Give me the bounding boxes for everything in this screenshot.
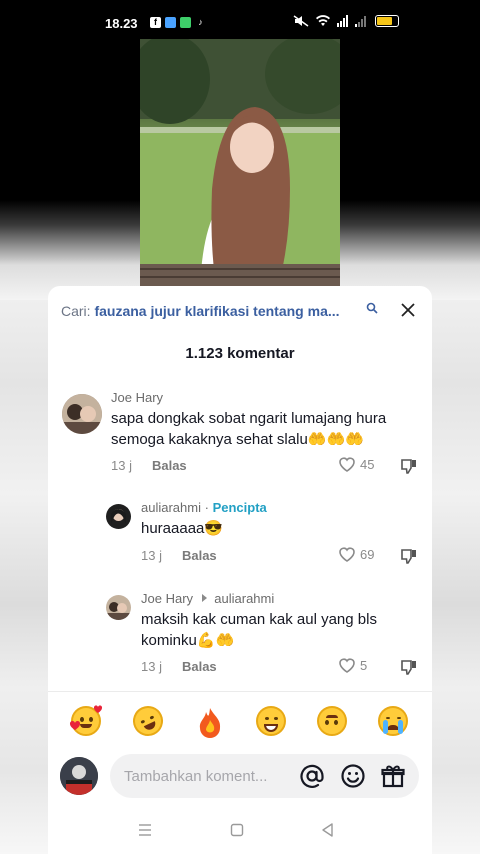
comment-time: 13 j [111, 458, 132, 473]
mute-icon [293, 15, 309, 27]
system-icons [293, 15, 399, 27]
like-button[interactable]: 69 [338, 546, 374, 562]
back-icon[interactable] [320, 822, 336, 838]
comment-input-pill[interactable] [110, 754, 419, 798]
avatar[interactable] [106, 504, 131, 529]
comments-sheet: Cari: fauzana jujur klarifikasi tentang … [48, 286, 432, 854]
comment-meta: 13 j Balas [141, 548, 217, 563]
upside-down-face-icon[interactable] [317, 706, 347, 736]
comment-meta: 13 j Balas [111, 458, 187, 473]
beaming-grin-icon[interactable] [256, 706, 286, 736]
comment-composer [48, 752, 432, 800]
user-avatar[interactable] [60, 757, 98, 795]
search-icon[interactable] [366, 302, 378, 314]
reply-item: auliarahmi · Pencipta huraaaaa😎 13 j Bala… [48, 500, 432, 570]
like-count: 69 [360, 546, 375, 562]
dislike-icon[interactable] [400, 458, 418, 474]
avatar[interactable] [62, 394, 102, 434]
reply-to-user[interactable]: auliarahmi [214, 591, 274, 606]
video-thumbnail [140, 39, 340, 287]
navigation-bar [48, 814, 432, 854]
comment-author[interactable]: auliarahmi [141, 500, 201, 515]
comment-input[interactable] [124, 754, 284, 798]
menu-icon[interactable] [137, 822, 153, 838]
comment-author-line: auliarahmi · Pencipta [141, 500, 267, 515]
comment-time: 13 j [141, 548, 162, 563]
right-blur-edge [432, 300, 480, 854]
rolling-on-floor-laughing-icon[interactable] [128, 701, 168, 741]
creator-badge: Pencipta [212, 500, 267, 515]
like-count: 5 [360, 657, 368, 673]
dislike-icon[interactable] [400, 548, 418, 564]
wifi-icon [316, 15, 330, 26]
comment-time: 13 j [141, 659, 162, 674]
like-button[interactable]: 45 [338, 456, 374, 472]
name-separator: · [204, 500, 209, 515]
comment-meta: 13 j Balas [141, 659, 217, 674]
heart-icon [339, 547, 355, 562]
divider [48, 691, 432, 692]
signal-icon [337, 15, 348, 27]
smiling-face-with-hearts-icon[interactable] [69, 705, 103, 736]
heart-icon [339, 658, 355, 673]
comment-text: maksih kak cuman kak aul yang bls komink… [141, 611, 377, 649]
fire-icon[interactable] [196, 706, 224, 743]
reply-arrow-icon [201, 594, 207, 602]
close-icon[interactable] [398, 300, 418, 320]
dislike-icon[interactable] [400, 659, 418, 675]
comment-author-line: Joe Hary auliarahmi [141, 591, 274, 606]
comment-text: huraaaaa😎 [141, 520, 224, 537]
search-label: Cari: [61, 303, 91, 319]
messenger-icon [165, 17, 176, 28]
search-suggestion[interactable]: Cari: fauzana jujur klarifikasi tentang … [61, 303, 351, 319]
emoji-icon[interactable] [340, 763, 366, 789]
left-blur-edge [0, 300, 48, 854]
comment-text: sapa dongkak sobat ngarit lumajang hura … [111, 410, 387, 448]
comment-item: Joe Hary sapa dongkak sobat ngarit lumaj… [48, 390, 432, 478]
battery-icon [375, 15, 399, 27]
home-icon[interactable] [229, 822, 245, 838]
like-button[interactable]: 5 [338, 657, 367, 673]
reply-item: Joe Hary auliarahmi maksih kak cuman kak… [48, 591, 432, 681]
comment-count: 1.123 komentar [185, 345, 295, 362]
comment-author[interactable]: Joe Hary [141, 591, 193, 606]
emoji-quick-bar [48, 701, 432, 743]
app-icon [180, 17, 191, 28]
tiktok-icon: ♪ [198, 17, 203, 27]
reply-button[interactable]: Balas [182, 659, 217, 674]
notification-icons: f ♪ [150, 17, 206, 28]
avatar[interactable] [106, 595, 131, 620]
like-count: 45 [360, 456, 375, 472]
at-icon[interactable] [299, 763, 325, 789]
facebook-icon: f [150, 17, 161, 28]
heart-icon [339, 457, 355, 472]
video-frame[interactable] [140, 39, 340, 287]
loudly-crying-face-icon[interactable] [378, 706, 408, 736]
reply-button[interactable]: Balas [152, 458, 187, 473]
status-time: 18.23 [105, 16, 138, 31]
search-query[interactable]: fauzana jujur klarifikasi tentang ma... [94, 303, 339, 319]
comment-author[interactable]: Joe Hary [111, 390, 163, 405]
reply-button[interactable]: Balas [182, 548, 217, 563]
signal-weak-icon [355, 16, 366, 27]
gift-icon[interactable] [380, 763, 406, 789]
